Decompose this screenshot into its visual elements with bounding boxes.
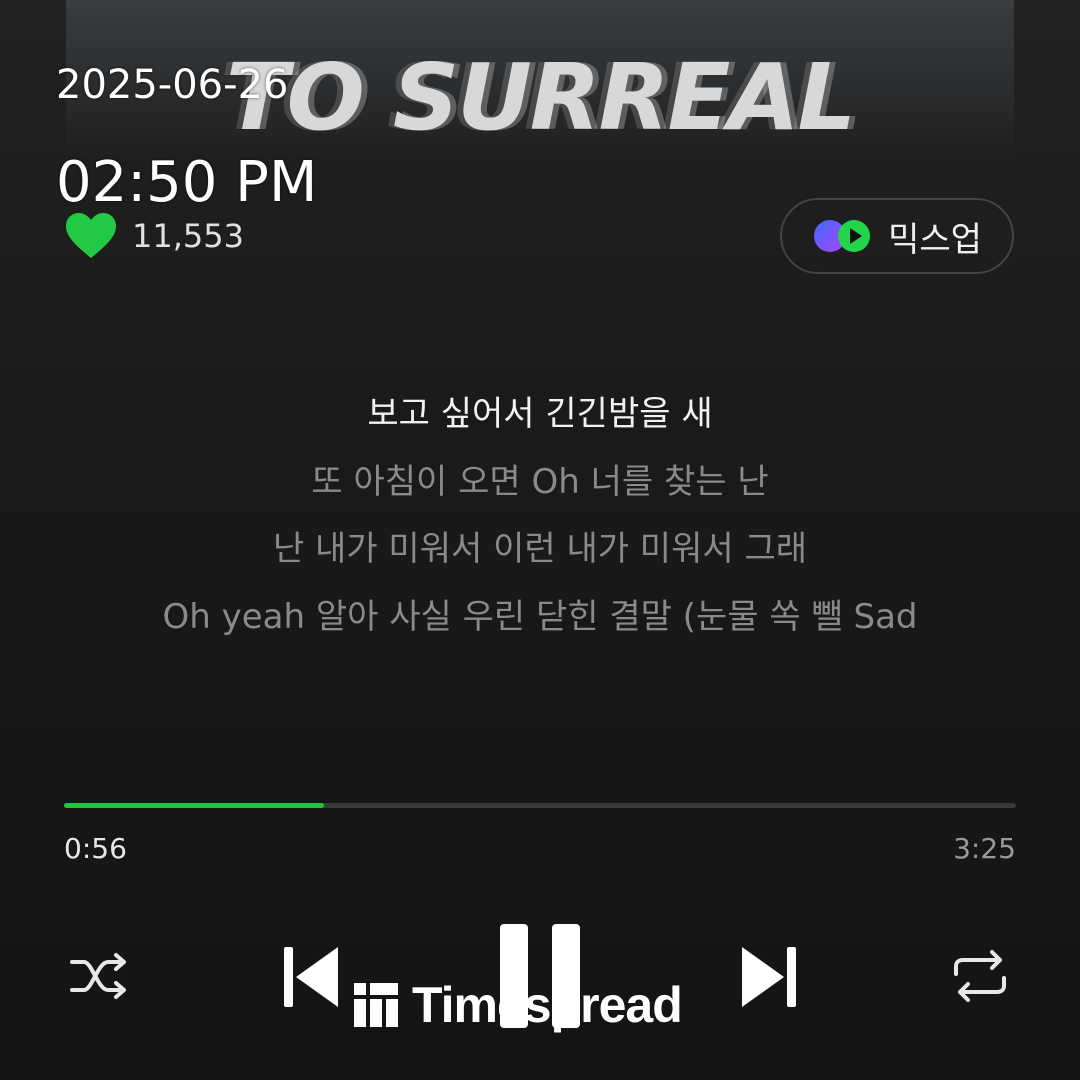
mixup-icon [814, 220, 871, 252]
shuffle-icon [70, 953, 126, 999]
like-button[interactable]: 11,553 [64, 212, 244, 260]
progress-bar[interactable] [64, 803, 1016, 808]
skip-previous-icon [284, 947, 338, 1007]
previous-button[interactable] [282, 944, 340, 1014]
heart-icon [66, 213, 116, 258]
overlay-time: 02:50 PM [56, 150, 318, 215]
repeat-button[interactable] [950, 948, 1010, 1008]
lyric-line[interactable]: 또 아침이 오면 Oh 너를 찾는 난 [0, 454, 1080, 503]
elapsed-time: 0:56 [64, 832, 127, 865]
like-count: 11,553 [132, 217, 244, 255]
progress-fill [64, 803, 325, 808]
skip-next-icon [742, 947, 796, 1007]
lyric-line[interactable]: 난 내가 미워서 이런 내가 미워서 그래 [0, 521, 1080, 570]
overlay-date: 2025-06-26 [56, 62, 289, 108]
lyric-line-current[interactable]: 보고 싶어서 긴긴밤을 새 [0, 386, 1080, 435]
repeat-icon [954, 950, 1006, 1002]
watermark-text: Timespread [412, 977, 683, 1033]
watermark: Timespread [354, 976, 683, 1034]
total-time: 3:25 [953, 832, 1016, 865]
shuffle-button[interactable] [68, 950, 130, 1006]
watermark-logo-icon [354, 983, 398, 1027]
next-button[interactable] [740, 944, 798, 1014]
mixup-button[interactable]: 믹스업 [780, 198, 1014, 274]
mixup-label: 믹스업 [888, 219, 982, 260]
lyric-line[interactable]: Oh yeah 알아 사실 우린 닫힌 결말 (눈물 쏙 뺄 Sad [0, 589, 1080, 638]
